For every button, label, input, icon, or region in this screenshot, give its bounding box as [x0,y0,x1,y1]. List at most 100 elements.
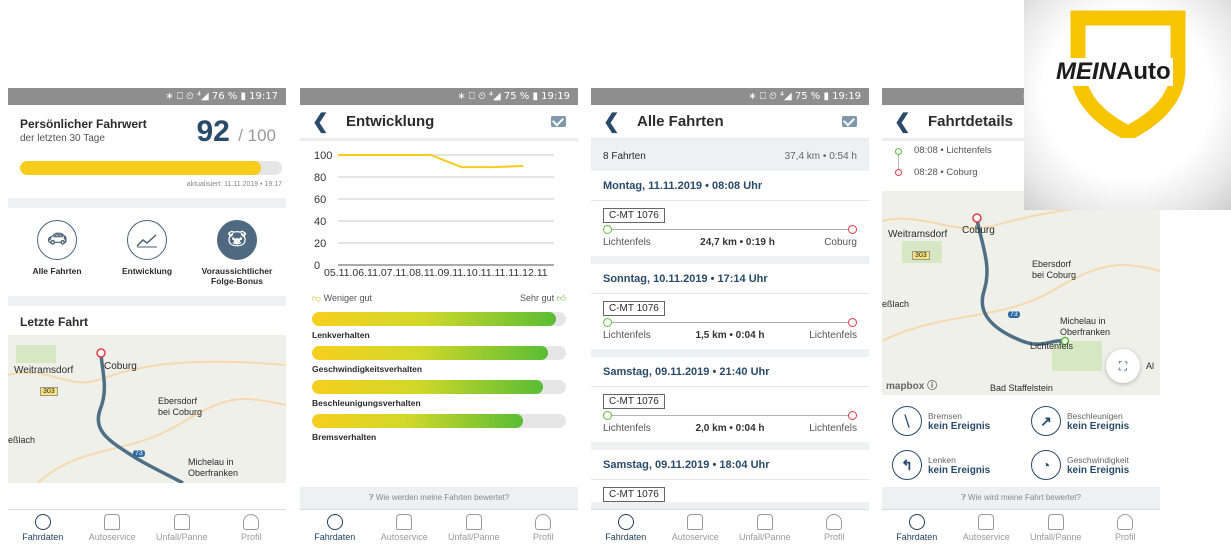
event-item: ⧹ Bremsen kein Ereignis [882,399,1021,443]
tab-bar: Fahrdaten Autoservice Unfall/Panne Profi… [300,509,578,549]
tab-profil[interactable]: Profil [217,510,287,549]
event-name: Bremsen [928,410,963,421]
tab-autoservice[interactable]: Autoservice [370,510,440,549]
header: ❮ Alle Fahrten [591,105,869,141]
user-icon [243,514,260,530]
last-trip-map[interactable]: Weitramsdorf Coburg Ebersdorf bei Coburg… [8,335,286,483]
phone-entwicklung: ∗ ⎕ ⏲ ⁴◢ 75 % ▮ 19:19 ❮ Entwicklung 100 8… [300,88,578,549]
trip-to: Lichtenfels [809,330,857,341]
track-line [608,415,852,416]
trip-card[interactable]: Sonntag, 10.11.2019 • 17:14 Uhr C-MT 1076… [591,264,869,357]
series-line [338,154,524,169]
trip-summary: 8 Fahrten 37,4 km • 0:54 h [591,141,869,171]
trip-map[interactable]: Weitramsdorf Coburg Ebersdorf bei Coburg… [882,191,1160,395]
map-label: Weitramsdorf [888,229,948,240]
trip-from: Lichtenfels [603,423,651,434]
behavior-bar-fill [312,346,549,360]
tab-profil[interactable]: Profil [509,510,579,549]
score-card: Persönlicher Fahrwert der letzten 30 Tag… [8,105,286,161]
tab-fahrdaten[interactable]: Fahrdaten [300,510,370,549]
start-dot [603,318,612,327]
piggy-bank-icon: 🐷︎ [217,220,257,260]
development-button[interactable]: Entwicklung [104,220,190,286]
score-max: / 100 [238,126,276,145]
bonus-label: Voraussichtlicher Folge-Bonus [201,266,273,286]
trip-details: Lichtenfels 24,7 km • 0:19 h Coburg [591,237,869,256]
development-label: Entwicklung [121,266,173,276]
trip-card[interactable]: Samstag, 09.11.2019 • 18:04 Uhr C-MT 1076 [591,450,869,510]
behavior-bars: Lenkverhalten Geschwindigkeitsverhalten Be… [300,304,578,442]
trip-list: Montag, 11.11.2019 • 08:08 Uhr C-MT 1076 L… [591,171,869,510]
header: ❮ Entwicklung [300,105,578,141]
message-icon[interactable] [842,116,857,127]
trend-icon [127,220,167,260]
behavior-label: Geschwindigkeitsverhalten [312,364,423,374]
tab-autoservice[interactable]: Autoservice [952,510,1022,549]
event-text: Bremsen kein Ereignis [928,411,990,432]
all-trips-button[interactable]: 🚗︎ Alle Fahrten [14,220,100,286]
event-value: kein Ereignis [928,464,991,476]
road-shield: 303 [912,251,930,260]
back-icon[interactable]: ❮ [894,109,918,134]
route-line [898,155,899,169]
updated-label: aktualisiert: 11.11.2019 • 19:17 [186,181,282,188]
trip-track [603,316,857,330]
start-dot [895,148,902,155]
tab-unfall[interactable]: Unfall/Panne [147,510,217,549]
tab-fahrdaten[interactable]: Fahrdaten [591,510,661,549]
trip-card[interactable]: Samstag, 09.11.2019 • 21:40 Uhr C-MT 1076… [591,357,869,450]
tab-profil[interactable]: Profil [800,510,870,549]
trip-date: Samstag, 09.11.2019 • 21:40 Uhr [591,357,869,387]
map-label: Lichtenfels [1030,341,1074,351]
action-row: 🚗︎ Alle Fahrten Entwicklung 🐷︎ Voraussic… [8,208,286,286]
map-label: Coburg [104,361,137,372]
help-link[interactable]: ❓︎ Wie wird meine Fahrt bewertet? [882,487,1160,509]
back-icon[interactable]: ❮ [312,109,336,134]
y-tick-label: 20 [314,238,326,250]
license-plate: C-MT 1076 [603,394,665,409]
track-line [608,322,852,323]
license-plate: C-MT 1076 [603,208,665,223]
steering-wheel-icon [617,514,634,530]
road-shield: 73 [133,450,145,457]
user-icon [826,514,843,530]
tab-autoservice[interactable]: Autoservice [661,510,731,549]
page-title: Alle Fahrten [637,113,724,130]
behavior-row: Lenkverhalten [312,312,566,340]
behavior-bar-fill [312,380,544,394]
tab-fahrdaten[interactable]: Fahrdaten [882,510,952,549]
end-label: 08:28 • Coburg [914,167,978,178]
score-bar-fill [20,161,262,175]
help-icon: ❓︎ [368,493,374,502]
trip-card[interactable]: Montag, 11.11.2019 • 08:08 Uhr C-MT 1076 L… [591,171,869,264]
map-label: eßlach [8,435,36,445]
page-title: Entwicklung [346,113,435,130]
start-dot [603,411,612,420]
tab-unfall[interactable]: Unfall/Panne [1021,510,1091,549]
event-text: Geschwindigkeit kein Ereignis [1067,455,1129,476]
trip-track [603,409,857,423]
road-shield: 303 [40,387,58,396]
fullscreen-icon[interactable]: ⛶ [1106,349,1140,383]
back-icon[interactable]: ❮ [603,109,627,134]
bonus-button[interactable]: 🐷︎ Voraussichtlicher Folge-Bonus [194,220,280,286]
car-crash-icon [756,514,773,530]
tab-profil[interactable]: Profil [1091,510,1161,549]
help-link[interactable]: ❓︎ Wie werden meine Fahrten bewertet? [300,487,578,509]
tab-unfall[interactable]: Unfall/Panne [730,510,800,549]
logo-text-auto: Auto [1116,58,1171,85]
y-tick-label: 100 [314,150,332,162]
tab-fahrdaten[interactable]: Fahrdaten [8,510,78,549]
score-number: 92 [196,115,230,148]
status-bar: ∗ ⎕ ⏲ ⁴◢ 75 % ▮ 19:19 [300,88,578,105]
tab-unfall[interactable]: Unfall/Panne [439,510,509,549]
trip-date: Montag, 11.11.2019 • 08:08 Uhr [591,171,869,201]
brake-icon: ⧹ [892,406,922,436]
message-icon[interactable] [551,116,566,127]
y-tick-label: 60 [314,194,326,206]
y-tick-label: 40 [314,216,326,228]
tab-autoservice[interactable]: Autoservice [78,510,148,549]
car-icon: 🚗︎ [37,220,77,260]
event-name: Beschleunigen [1067,410,1123,421]
steering-wheel-icon [326,514,343,530]
